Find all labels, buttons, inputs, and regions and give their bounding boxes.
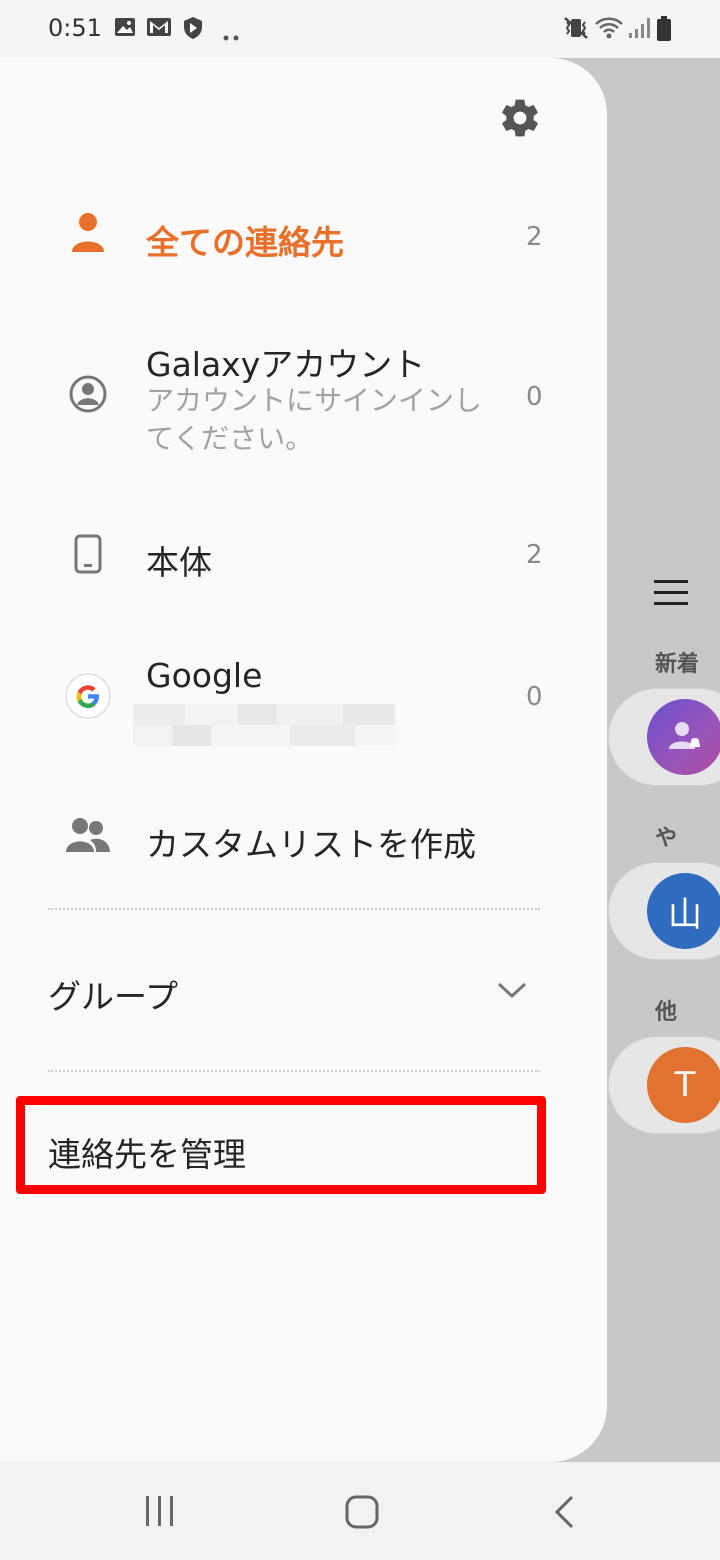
section-header-other: 他 [655, 1000, 678, 1025]
drawer-item-label: 全ての連絡先 [146, 223, 344, 262]
drawer-item-label: 本体 [146, 543, 212, 582]
section-header-ya: や [655, 826, 678, 851]
drawer-item-device[interactable]: 本体 2 [0, 516, 607, 596]
avatar [647, 699, 720, 775]
divider [48, 1070, 540, 1072]
drawer-item-galaxy-account[interactable]: Galaxyアカウント アカウントにサインインし てください。 0 [0, 328, 607, 468]
gear-icon[interactable] [498, 96, 542, 140]
avatar: 山 [647, 873, 720, 949]
contact-count: 0 [526, 682, 543, 712]
drawer-item-label: Google [146, 656, 263, 695]
contact-card[interactable]: T [608, 1036, 720, 1134]
manage-contacts-button[interactable]: 連絡先を管理 [48, 1128, 246, 1176]
google-icon [64, 672, 112, 724]
contact-card[interactable] [608, 688, 720, 786]
section-header-new: 新着 [655, 652, 700, 677]
wifi-icon [594, 16, 624, 44]
back-icon[interactable] [552, 1494, 576, 1534]
recent-apps-icon[interactable] [144, 1494, 176, 1532]
blurred-account-email [133, 704, 395, 746]
battery-icon [656, 16, 672, 46]
contact-count: 2 [526, 540, 543, 570]
home-icon[interactable] [344, 1494, 380, 1534]
group-icon [66, 816, 110, 860]
groups-label: グループ [48, 977, 179, 1016]
contact-count: 2 [526, 222, 543, 252]
drawer-item-all-contacts[interactable]: 全ての連絡先 2 [0, 198, 607, 278]
drawer-item-subtitle: アカウントにサインインし [146, 384, 483, 417]
navigation-bar [0, 1462, 720, 1560]
person-icon [70, 212, 106, 256]
more-dots-icon [222, 26, 242, 45]
signal-icon [628, 16, 650, 44]
status-time: 0:51 [48, 14, 102, 42]
image-icon [114, 16, 136, 42]
drawer-item-label: Galaxyアカウント [146, 345, 426, 384]
status-bar: 0:51 [0, 0, 720, 58]
contact-count: 0 [526, 382, 543, 412]
avatar: T [647, 1047, 720, 1123]
drawer-item-create-custom-list[interactable]: カスタムリストを作成 [0, 798, 607, 878]
account-circle-icon [68, 374, 108, 418]
contact-card[interactable]: 山 [608, 862, 720, 960]
drawer-item-subtitle: てください。 [146, 422, 314, 455]
phone-device-icon [74, 534, 102, 578]
navigation-drawer: 全ての連絡先 2 Galaxyアカウント アカウントにサインインし てください。… [0, 58, 607, 1462]
chevron-down-icon [496, 980, 528, 1004]
person-bell-icon [669, 722, 700, 749]
vibrate-icon [562, 16, 590, 44]
divider [48, 908, 540, 910]
drawer-item-groups[interactable]: グループ [0, 950, 607, 1030]
gmail-icon [146, 16, 172, 42]
hamburger-menu-icon[interactable] [654, 578, 688, 612]
drawer-item-label: カスタムリストを作成 [146, 825, 476, 864]
shield-icon [182, 16, 204, 44]
